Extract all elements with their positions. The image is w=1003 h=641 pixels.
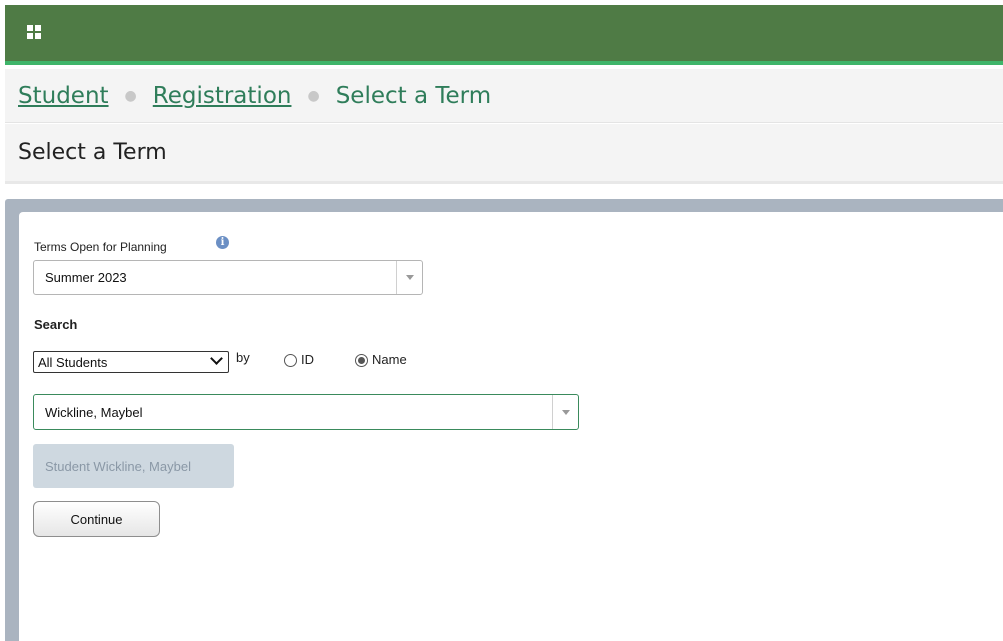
radio-name[interactable] xyxy=(355,354,368,367)
page-title: Select a Term xyxy=(18,140,167,165)
term-label: Terms Open for Planning xyxy=(34,240,167,254)
chevron-down-icon xyxy=(405,275,414,280)
breadcrumb: Student ● Registration ● Select a Term xyxy=(5,69,1003,123)
student-filter-value: All Students xyxy=(38,355,108,370)
student-filter-select[interactable]: All Students xyxy=(33,351,229,373)
student-name-combobox[interactable]: Wickline, Maybel xyxy=(33,394,579,430)
breadcrumb-separator: ● xyxy=(307,87,320,104)
breadcrumb-student[interactable]: Student xyxy=(18,83,109,109)
radio-name-label[interactable]: Name xyxy=(372,352,407,367)
top-bar xyxy=(5,5,1003,65)
term-dropdown-arrow[interactable] xyxy=(396,261,422,294)
chevron-down-icon xyxy=(210,352,223,365)
search-label: Search xyxy=(34,317,78,332)
breadcrumb-separator: ● xyxy=(124,87,137,104)
radio-id[interactable] xyxy=(284,354,297,367)
term-select[interactable]: Summer 2023 xyxy=(33,260,423,295)
breadcrumb-current: Select a Term xyxy=(335,82,492,109)
chevron-down-icon xyxy=(561,409,570,415)
radio-id-label[interactable]: ID xyxy=(301,352,314,367)
student-name-value: Wickline, Maybel xyxy=(45,404,143,420)
app-grid-icon[interactable] xyxy=(27,25,41,39)
continue-button[interactable]: Continue xyxy=(33,501,160,537)
student-dropdown-arrow[interactable] xyxy=(552,395,578,429)
term-value: Summer 2023 xyxy=(45,270,127,285)
breadcrumb-registration[interactable]: Registration xyxy=(153,83,292,109)
by-label: by xyxy=(236,350,250,365)
info-icon[interactable]: i xyxy=(216,236,229,249)
student-suggestion-button[interactable]: Student Wickline, Maybel xyxy=(33,444,234,488)
title-bar: Select a Term xyxy=(5,124,1003,184)
